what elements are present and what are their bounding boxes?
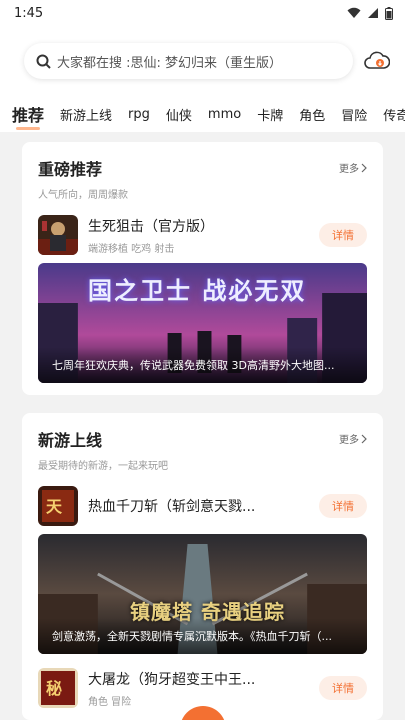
section-title: 重磅推荐	[38, 160, 103, 179]
game-item[interactable]: 生死狙击（官方版） 端游移植 吃鸡 射击 详情	[38, 215, 367, 255]
wifi-icon	[347, 7, 361, 18]
section-new-games: 新游上线 更多 最受期待的新游，一起来玩吧 天 热血千刀斩（斩剑意天戮... 详…	[22, 413, 383, 720]
top-bar: 大家都在搜 :思仙: 梦幻归来（重生版）	[0, 26, 405, 96]
search-placeholder: 大家都在搜 :思仙: 梦幻归来（重生版）	[57, 55, 283, 71]
game-icon: 天	[38, 486, 78, 526]
svg-text:天: 天	[46, 497, 63, 516]
tab-legend[interactable]: 传奇	[383, 105, 405, 124]
banner-caption: 剑意激荡，全新天戮剧情专属沉默版本。《热血千刀斩（...	[38, 618, 367, 654]
signal-icon	[368, 8, 378, 18]
tab-mmo[interactable]: mmo	[208, 107, 241, 122]
tab-adventure[interactable]: 冒险	[341, 105, 367, 124]
chevron-right-icon	[361, 434, 367, 443]
tab-xianxia[interactable]: 仙侠	[166, 105, 192, 124]
detail-button[interactable]: 详情	[319, 676, 367, 700]
more-label: 更多	[339, 164, 359, 175]
detail-button[interactable]: 详情	[319, 494, 367, 518]
tab-new-games[interactable]: 新游上线	[60, 105, 112, 124]
game-icon	[38, 215, 78, 255]
section-subtitle: 人气所向，周周爆款	[38, 190, 128, 201]
banner-art-text: 国之卫士 战必无双	[88, 277, 307, 305]
chevron-right-icon	[361, 163, 367, 172]
banner-caption: 七周年狂欢庆典，传说武器免费领取 3D高清野外大地图...	[38, 347, 367, 383]
tab-card[interactable]: 卡牌	[257, 105, 283, 124]
svg-text:秘: 秘	[46, 679, 62, 698]
battery-icon	[385, 6, 393, 20]
more-label: 更多	[339, 435, 359, 446]
section-title: 新游上线	[38, 431, 103, 450]
game-name: 生死狙击（官方版）	[88, 218, 214, 235]
status-bar: 1:45	[0, 0, 405, 26]
tab-recommend[interactable]: 推荐	[12, 102, 44, 130]
tab-rpg[interactable]: rpg	[128, 107, 150, 122]
game-name: 热血千刀斩（斩剑意天戮...	[88, 499, 256, 515]
section-featured: 重磅推荐 更多 人气所向，周周爆款 生死狙击（官方版） 端游移植 吃鸡 射击 详…	[22, 142, 383, 395]
more-link[interactable]: 更多	[339, 431, 367, 446]
section-subtitle: 最受期待的新游，一起来玩吧	[38, 461, 168, 472]
status-icons	[347, 6, 393, 20]
game-banner[interactable]: 镇魔塔 奇遇追踪 剑意激荡，全新天戮剧情专属沉默版本。《热血千刀斩（...	[38, 534, 367, 654]
game-tags: 端游移植 吃鸡 射击	[88, 243, 175, 255]
game-item[interactable]: 天 热血千刀斩（斩剑意天戮... 详情	[38, 486, 367, 526]
game-item[interactable]: 秘 大屠龙（狗牙超变王中王... 角色 冒险 详情	[38, 668, 367, 708]
detail-button[interactable]: 详情	[319, 223, 367, 247]
game-banner[interactable]: 国之卫士 战必无双 七周年狂欢庆典，传说武器免费领取 3D高清野外大地图...	[38, 263, 367, 383]
status-time: 1:45	[14, 5, 44, 21]
more-link[interactable]: 更多	[339, 160, 367, 175]
cloud-download-icon[interactable]	[363, 47, 391, 75]
tab-role[interactable]: 角色	[299, 105, 325, 124]
main-content: 重磅推荐 更多 人气所向，周周爆款 生死狙击（官方版） 端游移植 吃鸡 射击 详…	[0, 132, 405, 720]
game-icon: 秘	[38, 668, 78, 708]
search-icon	[36, 54, 51, 69]
game-name: 大屠龙（狗牙超变王中王...	[88, 671, 256, 688]
search-box[interactable]: 大家都在搜 :思仙: 梦幻归来（重生版）	[24, 43, 353, 79]
category-tabs: 推荐 新游上线 rpg 仙侠 mmo 卡牌 角色 冒险 传奇	[0, 96, 405, 132]
